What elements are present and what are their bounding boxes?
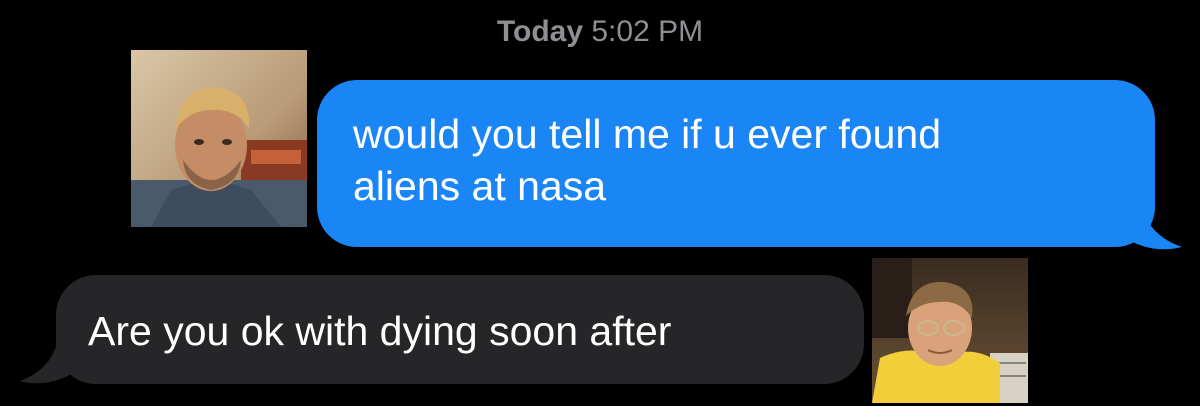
person-photo-icon xyxy=(872,258,1028,403)
incoming-message-bubble[interactable]: Are you ok with dying soon after xyxy=(56,275,864,384)
timestamp-time: 5:02 PM xyxy=(591,15,704,48)
avatar-photo-incoming[interactable] xyxy=(872,258,1028,403)
person-photo-icon xyxy=(131,50,307,227)
outgoing-message-line-2: aliens at nasa xyxy=(353,163,607,209)
outgoing-message-bubble[interactable]: would you tell me if u ever found aliens… xyxy=(317,80,1155,247)
incoming-message-text: Are you ok with dying soon after xyxy=(88,308,672,354)
message-timestamp: Today 5:02 PM xyxy=(0,14,1200,50)
outgoing-message-text: would you tell me if u ever found aliens… xyxy=(353,108,1125,212)
avatar-photo-outgoing[interactable] xyxy=(131,50,307,227)
timestamp-day: Today xyxy=(496,15,584,48)
outgoing-message-line-1: would you tell me if u ever found xyxy=(353,111,941,157)
